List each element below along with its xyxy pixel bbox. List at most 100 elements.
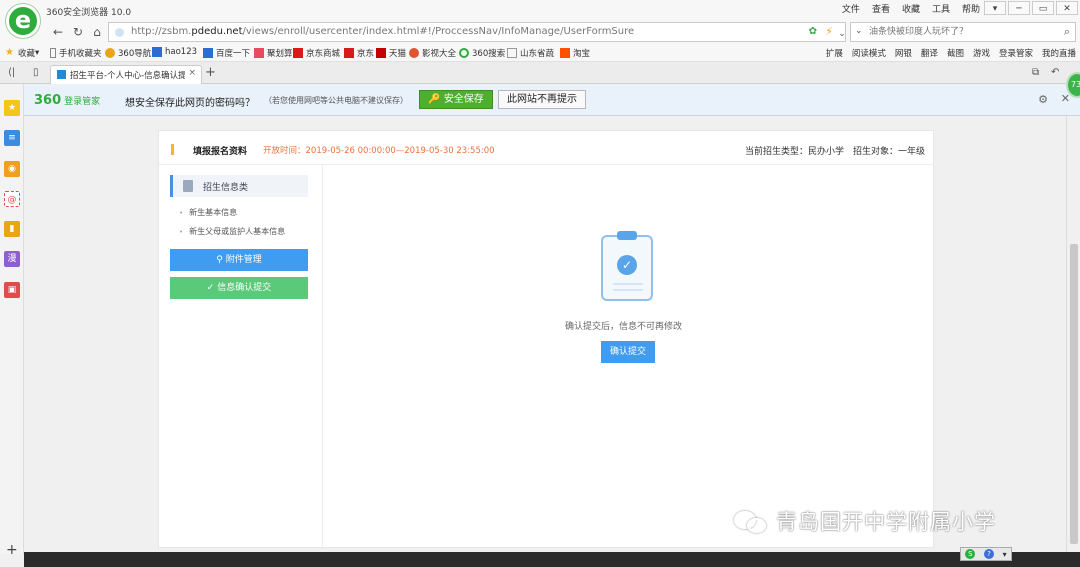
- gear-icon[interactable]: ⚙: [1038, 93, 1048, 106]
- bookmark-item[interactable]: 360搜索: [459, 47, 505, 59]
- close-tab-icon[interactable]: ×: [188, 68, 196, 78]
- comic-icon[interactable]: 漫: [4, 251, 20, 267]
- submit-notice: 确认提交后，信息不可再修改: [565, 322, 683, 332]
- navigation-bar: ← ↻ ⌂ http://zsbm.pdedu.net/views/enroll…: [0, 20, 1080, 44]
- site-favicon-icon: [57, 70, 66, 79]
- ime-icon[interactable]: S: [965, 549, 976, 559]
- save-password-button[interactable]: 🔑 安全保存: [419, 90, 493, 109]
- maximize-button[interactable]: ▭: [1032, 1, 1054, 15]
- section-enroll-info[interactable]: 招生信息类: [170, 175, 308, 197]
- back-icon[interactable]: ←: [50, 24, 66, 40]
- speed-mode-icon[interactable]: ⚡: [825, 25, 833, 38]
- email-icon[interactable]: @: [4, 191, 20, 207]
- tmall-icon: [376, 48, 386, 58]
- bookmark-item[interactable]: 京东商城: [293, 47, 340, 59]
- phone-icon: [50, 48, 56, 58]
- minimize-button[interactable]: ─: [1008, 1, 1030, 15]
- address-bar[interactable]: http://zsbm.pdedu.net/views/enroll/userc…: [108, 22, 846, 42]
- confirm-info-button[interactable]: ✓ 信息确认提交: [170, 277, 308, 299]
- tray-dropdown-icon[interactable]: ▾: [1003, 550, 1007, 559]
- wechat-watermark: 青岛国开中学附属小学: [734, 506, 996, 536]
- new-tab-button[interactable]: +: [205, 65, 216, 80]
- video-icon: [409, 48, 419, 58]
- translate-button[interactable]: 翻译: [921, 47, 938, 59]
- tab-title: 招生平台-个人中心-信息确认提交: [70, 71, 185, 81]
- restore-tabs-icon[interactable]: ⧉: [1032, 67, 1039, 78]
- menu-favorites[interactable]: 收藏: [902, 2, 920, 15]
- home-icon[interactable]: ⌂: [89, 24, 105, 40]
- search-input[interactable]: [869, 25, 1049, 39]
- never-prompt-button[interactable]: 此网站不再提示: [498, 90, 586, 109]
- close-window-button[interactable]: ✕: [1056, 1, 1078, 15]
- add-sidebar-icon[interactable]: +: [6, 542, 18, 558]
- url-text[interactable]: http://zsbm.pdedu.net/views/enroll/userc…: [131, 26, 634, 37]
- app-title: 360安全浏览器 10.0: [46, 8, 132, 18]
- tab-active[interactable]: 招生平台-个人中心-信息确认提交 ×: [50, 65, 202, 84]
- tab-list-icon[interactable]: ⟨|: [8, 67, 15, 78]
- ebank-button[interactable]: 网银: [895, 47, 912, 59]
- tray-icons: S ? ▾: [960, 547, 1012, 561]
- open-time: 开放时间：2019-05-26 00:00:00—2019-05-30 23:5…: [263, 146, 495, 156]
- bookmark-item[interactable]: 百度一下: [203, 47, 250, 59]
- vertical-scrollbar[interactable]: [1066, 116, 1080, 552]
- attachment-button[interactable]: ⚲ 附件管理: [170, 249, 308, 271]
- login-manager-button[interactable]: 登录管家: [999, 47, 1033, 59]
- favorites-star-icon[interactable]: ★: [4, 100, 20, 116]
- screenshot-button[interactable]: 截图: [947, 47, 964, 59]
- bookmark-item[interactable]: 360导航: [105, 47, 151, 59]
- game-icon[interactable]: ▣: [4, 282, 20, 298]
- star-icon: ★: [5, 47, 14, 58]
- left-nav: 招生信息类 新生基本信息 新生父母或监护人基本信息 ⚲ 附件管理 ✓ 信息确认提…: [159, 165, 323, 547]
- address-dropdown-icon[interactable]: ⌄: [834, 26, 850, 42]
- news-icon[interactable]: ≡: [4, 130, 20, 146]
- help-icon[interactable]: ?: [983, 549, 994, 559]
- nav-parent-info[interactable]: 新生父母或监护人基本信息: [179, 226, 285, 237]
- skin-button[interactable]: ▾: [984, 1, 1006, 15]
- nav-student-info[interactable]: 新生基本信息: [179, 207, 237, 218]
- submit-button[interactable]: 确认提交: [601, 341, 655, 363]
- security-icon[interactable]: ✿: [809, 26, 817, 37]
- page-title: 填报报名资料: [193, 147, 248, 157]
- menu-tools[interactable]: 工具: [932, 2, 950, 15]
- bookmark-item[interactable]: 天猫: [376, 47, 406, 59]
- reading-mode-button[interactable]: 阅读模式: [852, 47, 886, 59]
- jd-icon: [293, 48, 303, 58]
- bookmark-item[interactable]: 手机收藏夹: [50, 47, 102, 59]
- undo-close-icon[interactable]: ↶: [1051, 67, 1059, 78]
- site-info-icon[interactable]: [115, 28, 124, 37]
- search-icon[interactable]: ⌕: [1064, 25, 1070, 39]
- live-button[interactable]: 我的直播: [1042, 47, 1076, 59]
- check-circle-icon: ✓: [206, 283, 215, 293]
- card-header: 填报报名资料 开放时间：2019-05-26 00:00:00—2019-05-…: [159, 131, 933, 165]
- scrollbar-thumb[interactable]: [1070, 244, 1078, 544]
- bookmark-favorites[interactable]: ★ 收藏 ▾: [5, 47, 39, 60]
- notes-icon[interactable]: ▮: [4, 221, 20, 237]
- bookmark-item[interactable]: hao123: [152, 47, 197, 57]
- password-note: （若您使用网吧等公共电脑不建议保存）: [264, 96, 408, 105]
- bookmark-item[interactable]: 聚划算: [254, 47, 293, 59]
- weibo-icon[interactable]: ◉: [4, 161, 20, 177]
- title-bar: 360安全浏览器 10.0 文件 查看 收藏 工具 帮助 ▾ ─ ▭ ✕: [0, 0, 1080, 38]
- bookmark-item[interactable]: 淘宝: [560, 47, 590, 59]
- reload-icon[interactable]: ↻: [70, 24, 86, 40]
- extensions-button[interactable]: 扩展: [826, 47, 843, 59]
- password-save-bar: 360 登录管家 想安全保存此网页的密码吗？ （若您使用网吧等公共电脑不建议保存）…: [24, 84, 1080, 116]
- paperclip-icon: ⚲: [216, 255, 223, 265]
- games-button[interactable]: 游戏: [973, 47, 990, 59]
- page-icon[interactable]: ▯: [33, 67, 39, 78]
- bookmark-item[interactable]: 京东: [344, 47, 374, 59]
- menu-view[interactable]: 查看: [872, 2, 890, 15]
- header-accent: [171, 144, 174, 155]
- menu-help[interactable]: 帮助: [962, 2, 980, 15]
- baidu-icon: [203, 48, 213, 58]
- bookmark-item[interactable]: 山东省蔬: [507, 47, 554, 59]
- bookmark-item[interactable]: 影视大全: [409, 47, 456, 59]
- search360-icon: [459, 48, 469, 58]
- wechat-icon: [734, 509, 768, 533]
- jd-icon: [344, 48, 354, 58]
- status-bar: [24, 552, 1080, 567]
- search-engine-dropdown-icon[interactable]: ⌄: [855, 26, 863, 36]
- section-label: 招生信息类: [203, 183, 249, 193]
- menu-file[interactable]: 文件: [842, 2, 860, 15]
- document-icon: [183, 180, 193, 192]
